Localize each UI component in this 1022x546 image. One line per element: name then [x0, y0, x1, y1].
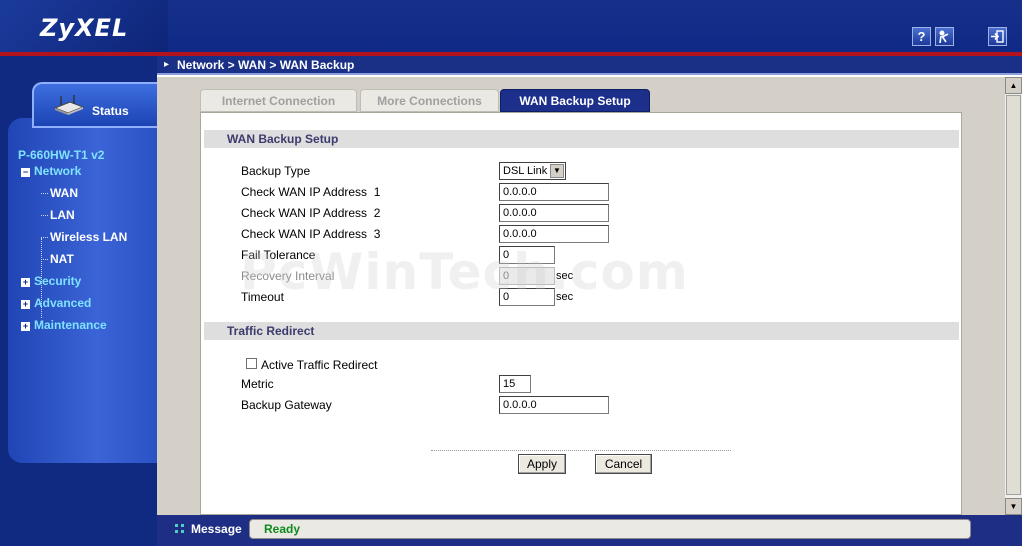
check-wan-ip-3-field[interactable]: 0.0.0.0 — [499, 225, 609, 243]
expand-icon[interactable]: + — [21, 300, 30, 309]
zyxel-logo: ZyXEL — [40, 14, 129, 42]
scroll-up-icon[interactable]: ▲ — [1005, 77, 1022, 94]
backup-gateway-field[interactable]: 0.0.0.0 — [499, 396, 609, 414]
section-traffic-redirect: Traffic Redirect — [204, 322, 959, 340]
wizard-icon[interactable] — [935, 27, 954, 46]
cancel-button[interactable]: Cancel — [595, 454, 652, 474]
sidebar-item-lan[interactable]: LAN — [50, 208, 75, 222]
scroll-down-icon[interactable]: ▼ — [1005, 498, 1022, 515]
check-wan-ip-1-field[interactable]: 0.0.0.0 — [499, 183, 609, 201]
tree-branch — [41, 193, 48, 194]
logo-box: ZyXEL — [0, 0, 168, 52]
tree-branch — [41, 237, 48, 238]
message-text: Ready — [264, 522, 301, 536]
header-bar: ZyXEL ? — [0, 0, 1022, 52]
message-dots-icon — [175, 524, 184, 533]
active-traffic-redirect-label: Active Traffic Redirect — [261, 358, 378, 372]
apply-button[interactable]: Apply — [518, 454, 566, 474]
metric-field[interactable]: 15 — [499, 375, 531, 393]
check-wan-ip-2-field[interactable]: 0.0.0.0 — [499, 204, 609, 222]
metric-label: Metric — [241, 377, 274, 391]
breadcrumb-arrow-icon: ▸ — [164, 59, 170, 70]
check-wan-ip-1-label: Check WAN IP Address 1 — [241, 185, 381, 199]
tree-branch — [41, 215, 48, 216]
active-traffic-redirect-checkbox[interactable] — [246, 358, 257, 369]
expand-icon[interactable]: + — [21, 322, 30, 331]
collapse-icon[interactable]: − — [21, 168, 30, 177]
message-label: Message — [191, 522, 242, 536]
backup-type-value: DSL Link — [503, 165, 548, 177]
sidebar-panel — [8, 118, 157, 463]
exit-icon — [991, 30, 1004, 43]
sidebar: Status P-660HW-T1 v2 − Network WAN LAN W… — [0, 56, 157, 546]
sidebar-item-nat[interactable]: NAT — [50, 252, 74, 266]
content-panel: WAN Backup Setup Backup Type DSL Link ▼ … — [200, 112, 962, 515]
breadcrumb-bar: ▸ Network > WAN > WAN Backup — [157, 56, 1022, 75]
tab-more-connections[interactable]: More Connections — [360, 89, 499, 112]
check-wan-ip-2-label: Check WAN IP Address 2 — [241, 206, 381, 220]
expand-icon[interactable]: + — [21, 278, 30, 287]
scroll-thumb[interactable] — [1006, 95, 1021, 495]
logout-icon[interactable] — [988, 27, 1007, 46]
message-box: Ready — [249, 519, 971, 539]
section-wan-backup-setup: WAN Backup Setup — [204, 130, 959, 148]
device-model: P-660HW-T1 v2 — [18, 148, 105, 162]
divider — [431, 450, 731, 451]
status-bar: Message Ready — [157, 515, 1022, 546]
wand-icon — [939, 30, 949, 44]
status-tab[interactable]: Status — [32, 82, 157, 128]
router-icon — [53, 95, 85, 115]
watermark: PcWinTech.com — [240, 243, 689, 301]
sidebar-item-advanced[interactable]: Advanced — [34, 296, 91, 310]
tab-wan-backup-setup[interactable]: WAN Backup Setup — [500, 89, 650, 112]
help-icon[interactable]: ? — [912, 27, 931, 46]
backup-type-select[interactable]: DSL Link ▼ — [499, 162, 566, 180]
vertical-scrollbar[interactable]: ▲ ▼ — [1005, 77, 1022, 515]
sidebar-item-wireless-lan[interactable]: Wireless LAN — [50, 230, 127, 244]
sidebar-item-maintenance[interactable]: Maintenance — [34, 318, 107, 332]
tree-branch — [41, 259, 48, 260]
check-wan-ip-3-label: Check WAN IP Address 3 — [241, 227, 381, 241]
sidebar-item-network[interactable]: Network — [34, 164, 81, 178]
backup-gateway-label: Backup Gateway — [241, 398, 332, 412]
status-label: Status — [92, 104, 129, 118]
tab-internet-connection[interactable]: Internet Connection — [200, 89, 357, 112]
breadcrumb: Network > WAN > WAN Backup — [177, 58, 355, 72]
backup-type-label: Backup Type — [241, 164, 311, 178]
sidebar-item-wan[interactable]: WAN — [50, 186, 78, 200]
chevron-down-icon: ▼ — [550, 164, 564, 178]
sidebar-item-security[interactable]: Security — [34, 274, 81, 288]
